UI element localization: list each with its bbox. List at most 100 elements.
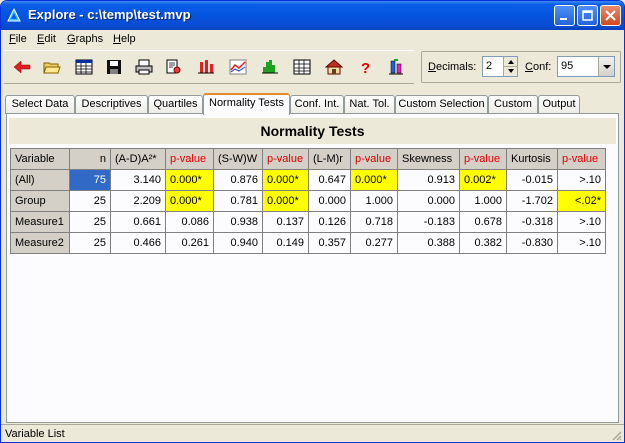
header-pvalue-kurt[interactable]: p-value [557,148,606,170]
table-cell[interactable]: 0.357 [308,232,351,254]
tab-nat-tol[interactable]: Nat. Tol. [344,95,395,114]
tab-output[interactable]: Output [538,95,580,114]
header-kurtosis[interactable]: Kurtosis [506,148,558,170]
header-pvalue-lm[interactable]: p-value [350,148,398,170]
table-cell[interactable]: -0.318 [506,211,558,233]
table-cell[interactable]: 0.382 [459,232,507,254]
tab-normality-tests[interactable]: Normality Tests [203,93,290,115]
table-cell[interactable]: 0.261 [165,232,214,254]
chevron-down-icon [603,65,611,69]
close-button[interactable] [600,5,621,26]
table-cell[interactable]: 0.002* [459,169,507,191]
menu-edit[interactable]: Edit [37,33,56,45]
table-cell[interactable]: 0.678 [459,211,507,233]
table-button[interactable] [290,55,314,79]
table-cell[interactable]: -0.830 [506,232,558,254]
table-cell[interactable]: 1.000 [459,190,507,212]
save-button[interactable] [102,55,126,79]
table-cell[interactable]: >.10 [557,211,606,233]
table-cell[interactable]: 0.086 [165,211,214,233]
tab-custom[interactable]: Custom [488,95,538,114]
table-cell[interactable]: 0.781 [213,190,263,212]
table-cell[interactable]: -0.183 [397,211,460,233]
header-variable[interactable]: Variable [10,148,70,170]
table-cell[interactable]: 0.000* [350,169,398,191]
table-cell[interactable]: 75 [69,169,111,191]
grid-title: Normality Tests [9,118,616,144]
help-button[interactable]: ? [354,55,378,79]
minimize-button[interactable] [554,5,575,26]
menu-help[interactable]: Help [113,33,136,45]
table-cell[interactable]: 0.647 [308,169,351,191]
table-cell[interactable]: 0.913 [397,169,460,191]
boxplot-button[interactable] [384,55,408,79]
header-sw[interactable]: (S-W)W [213,148,263,170]
data-grid-button[interactable] [72,55,96,79]
table-cell[interactable]: 3.140 [110,169,166,191]
print-preview-button[interactable] [162,55,186,79]
menu-file[interactable]: File [9,33,27,45]
table-cell[interactable]: 0.000* [262,169,309,191]
tab-quartiles[interactable]: Quartiles [148,95,203,114]
back-button[interactable] [10,55,34,79]
decimals-spin-arrows[interactable] [503,57,518,76]
header-pvalue-skew[interactable]: p-value [459,148,507,170]
open-button[interactable] [40,55,64,79]
line-chart-button[interactable] [226,55,250,79]
title-bar[interactable]: Explore - c:\temp\test.mvp [1,1,624,30]
table-cell[interactable]: 0.466 [110,232,166,254]
table-cell[interactable]: 0.938 [213,211,263,233]
markers-button[interactable] [194,55,218,79]
table-cell[interactable]: 0.277 [350,232,398,254]
normality-grid[interactable]: Variable n (A-D)A²* p-value (S-W)W p-val… [10,148,606,254]
table-cell[interactable]: 0.137 [262,211,309,233]
print-button[interactable] [132,55,156,79]
table-cell[interactable]: 0.940 [213,232,263,254]
table-cell[interactable]: 0.000* [262,190,309,212]
table-cell[interactable]: <.02* [557,190,606,212]
table-cell[interactable]: -1.702 [506,190,558,212]
row-label[interactable]: (All) [10,169,70,191]
menu-graphs[interactable]: Graphs [67,33,103,45]
table-cell[interactable]: >.10 [557,169,606,191]
tab-descriptives[interactable]: Descriptives [75,95,148,114]
table-cell[interactable]: 0.000* [165,169,214,191]
table-cell[interactable]: 0.149 [262,232,309,254]
home-button[interactable] [322,55,346,79]
table-cell[interactable]: 25 [69,211,111,233]
header-lm[interactable]: (L-M)r [308,148,351,170]
row-label[interactable]: Group [10,190,70,212]
table-cell[interactable]: 0.126 [308,211,351,233]
conf-select[interactable]: 95 [557,56,615,77]
header-ad[interactable]: (A-D)A²* [110,148,166,170]
tab-custom-selection[interactable]: Custom Selection [395,95,488,114]
table-cell[interactable]: 0.000* [165,190,214,212]
status-text: Variable List [5,428,65,440]
table-cell[interactable]: 25 [69,190,111,212]
decimals-stepper[interactable]: 2 [482,56,518,77]
header-pvalue-ad[interactable]: p-value [165,148,214,170]
resize-grip-icon[interactable] [610,429,622,441]
header-pvalue-sw[interactable]: p-value [262,148,309,170]
table-cell[interactable]: 0.000 [308,190,351,212]
row-label[interactable]: Measure1 [10,211,70,233]
table-cell[interactable]: 25 [69,232,111,254]
row-label[interactable]: Measure2 [10,232,70,254]
maximize-button[interactable] [577,5,598,26]
table-cell[interactable]: 0.718 [350,211,398,233]
table-cell[interactable]: 0.388 [397,232,460,254]
table-cell[interactable]: >.10 [557,232,606,254]
table-cell[interactable]: 2.209 [110,190,166,212]
histogram-button[interactable] [258,55,282,79]
table-cell[interactable]: 0.000 [397,190,460,212]
tab-select-data[interactable]: Select Data [5,95,75,114]
bar-markers-icon [198,60,214,74]
table-cell[interactable]: -0.015 [506,169,558,191]
tab-conf-int[interactable]: Conf. Int. [290,95,344,114]
table-cell[interactable]: 0.876 [213,169,263,191]
table-cell[interactable]: 1.000 [350,190,398,212]
header-skewness[interactable]: Skewness [397,148,460,170]
table-cell[interactable]: 0.661 [110,211,166,233]
conf-dropdown-button[interactable] [598,57,614,76]
header-n[interactable]: n [69,148,111,170]
